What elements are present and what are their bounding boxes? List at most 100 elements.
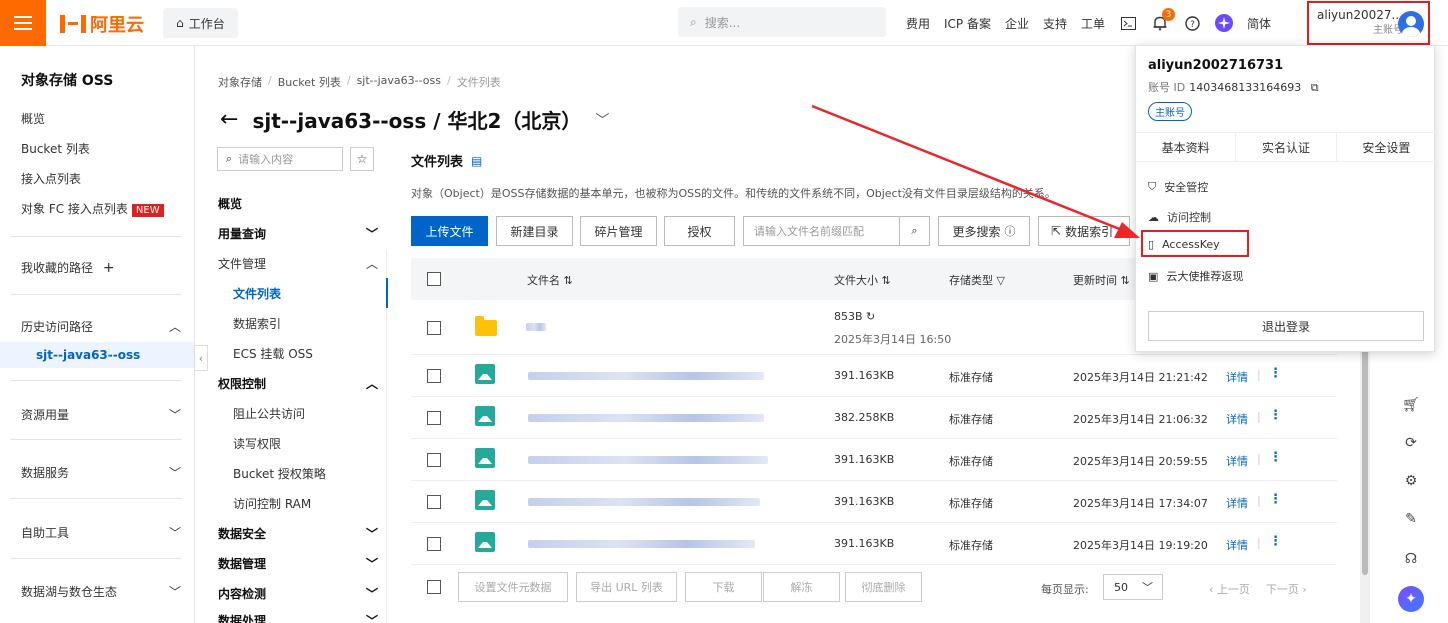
history-section[interactable]: 历史访问路径 ︿ — [21, 318, 181, 335]
doc-icon[interactable]: ▤ — [471, 154, 482, 168]
menu-item-referral[interactable]: ▣ 云大使推荐返现 — [1148, 268, 1243, 284]
sidebar-item-bucket-list[interactable]: Bucket 列表 — [21, 140, 90, 157]
nav-item-data-security[interactable]: 数据安全 ﹀ — [218, 525, 378, 542]
menu-item-accesskey[interactable]: ▯ AccessKey — [1148, 238, 1220, 251]
star-icon[interactable]: ☆ — [350, 147, 374, 171]
menu-item-security-control[interactable]: ⛉ 安全管控 — [1148, 179, 1208, 195]
detail-link[interactable]: 详情 — [1226, 537, 1248, 553]
authorize-button[interactable]: 授权 — [664, 216, 735, 246]
nav-item-access-control[interactable]: 权限控制 ︿ — [218, 375, 378, 392]
more-actions-icon[interactable]: ⋮ — [1269, 534, 1282, 549]
nav-item-usage[interactable]: 用量查询 ﹀ — [218, 225, 378, 242]
nav-item-data-processing[interactable]: 数据处理 ﹀ — [218, 612, 378, 623]
blurred-filename[interactable] — [528, 372, 764, 380]
breadcrumb-item[interactable]: 对象存储 — [218, 74, 262, 90]
select-all-checkbox[interactable] — [427, 272, 441, 286]
detail-link[interactable]: 详情 — [1226, 495, 1248, 511]
fragment-management-button[interactable]: 碎片管理 — [580, 216, 657, 246]
column-header-storage[interactable]: 存储类型 ▽ — [949, 272, 1005, 288]
table-row[interactable]: 391.163KB 标准存储 2025年3月14日 17:34:07 详情 | … — [411, 481, 1337, 523]
aliyun-logo[interactable]: 阿里云 — [60, 11, 144, 37]
detail-link[interactable]: 详情 — [1226, 369, 1248, 385]
workbench-button[interactable]: ⌂ 工作台 — [163, 8, 238, 38]
blurred-filename[interactable] — [528, 456, 768, 464]
nav-item-file-management[interactable]: 文件管理 ︿ — [218, 255, 378, 272]
search-icon[interactable]: ⌕ — [899, 217, 929, 245]
terminal-icon[interactable] — [1119, 14, 1137, 32]
user-menu-button[interactable]: aliyun20027... 主账号 — [1307, 1, 1430, 45]
sidebar-group-resource-usage[interactable]: 资源用量 ﹀ — [21, 406, 181, 423]
top-link-ticket[interactable]: 工单 — [1081, 15, 1105, 32]
next-page-button[interactable]: 下一页 › — [1266, 581, 1307, 597]
row-checkbox[interactable] — [427, 537, 441, 551]
table-row[interactable]: 391.163KB 标准存储 2025年3月14日 20:59:55 详情 | … — [411, 439, 1337, 481]
nav-item-rw-permission[interactable]: 读写权限 — [233, 435, 378, 452]
blurred-filename[interactable] — [528, 540, 755, 548]
row-checkbox[interactable] — [427, 453, 441, 467]
sidebar-group-self-service[interactable]: 自助工具 ﹀ — [21, 524, 181, 541]
set-metadata-button[interactable]: 设置文件元数据 — [458, 572, 568, 602]
region-dropdown-icon[interactable]: ﹀ — [595, 110, 609, 130]
breadcrumb-item[interactable]: sjt--java63--oss — [357, 74, 441, 90]
more-actions-icon[interactable]: ⋮ — [1269, 450, 1282, 465]
nav-item-data-index[interactable]: 数据索引 — [233, 315, 378, 332]
sidebar-item-access-points[interactable]: 接入点列表 — [21, 170, 81, 187]
file-search-input[interactable]: 请输入文件名前缀匹配 ⌕ — [743, 216, 930, 246]
footer-select-all-checkbox[interactable] — [427, 580, 441, 594]
table-row[interactable]: 391.163KB 标准存储 2025年3月14日 21:21:42 详情 | … — [411, 355, 1337, 397]
row-checkbox[interactable] — [427, 411, 441, 425]
support-icon[interactable]: ☊ — [1400, 548, 1422, 570]
more-actions-icon[interactable]: ⋮ — [1269, 408, 1282, 423]
detail-link[interactable]: 详情 — [1226, 411, 1248, 427]
language-toggle[interactable]: 简体 — [1247, 15, 1271, 32]
more-actions-icon[interactable]: ⋮ — [1269, 366, 1282, 381]
top-link-support[interactable]: 支持 — [1043, 15, 1067, 32]
menu-icon[interactable] — [0, 0, 46, 46]
row-checkbox[interactable] — [427, 369, 441, 383]
permanent-delete-button[interactable]: 彻底删除 — [845, 572, 922, 602]
per-page-select[interactable]: 50 ﹀ — [1103, 574, 1163, 600]
blurred-filename[interactable] — [528, 498, 760, 506]
nav-item-bucket-policy[interactable]: Bucket 授权策略 — [233, 465, 378, 482]
restore-button[interactable]: 解冻 — [763, 572, 840, 602]
assistant-icon[interactable]: ✦ — [1398, 586, 1424, 612]
top-link-fee[interactable]: 费用 — [906, 15, 930, 32]
sidebar-item-fc-access-points[interactable]: 对象 FC 接入点列表 NEW — [21, 200, 164, 217]
data-index-button[interactable]: ⇱ 数据索引 — [1038, 216, 1130, 246]
nav-item-data-management[interactable]: 数据管理 ﹀ — [218, 555, 378, 572]
edit-icon[interactable]: ✎ — [1400, 508, 1422, 530]
back-arrow-icon[interactable]: ← — [220, 107, 238, 132]
nav-item-block-public[interactable]: 阻止公共访问 — [233, 405, 378, 422]
billing-icon[interactable]: ⟳ — [1400, 432, 1422, 454]
tab-security-settings[interactable]: 安全设置 — [1337, 133, 1436, 161]
blurred-filename[interactable] — [528, 414, 764, 422]
tab-real-name[interactable]: 实名认证 — [1236, 133, 1337, 161]
nav-search-input[interactable]: ⌕ 请输入内容 — [217, 147, 343, 171]
nav-item-overview[interactable]: 概览 — [218, 195, 378, 212]
copy-icon[interactable]: ⧉ — [1311, 81, 1319, 94]
top-link-enterprise[interactable]: 企业 — [1005, 15, 1029, 32]
tab-basic-info[interactable]: 基本资料 — [1136, 133, 1237, 161]
favorites-section[interactable]: 我收藏的路径 + — [21, 259, 115, 276]
help-icon[interactable]: ? — [1183, 14, 1201, 32]
sidebar-collapse-button[interactable]: ‹ — [194, 345, 208, 371]
top-link-icp[interactable]: ICP 备案 — [944, 15, 991, 32]
sidebar-group-data-services[interactable]: 数据服务 ﹀ — [21, 464, 181, 481]
sparkle-icon[interactable] — [1215, 14, 1234, 32]
column-header-time[interactable]: 更新时间 ⇅ — [1073, 272, 1130, 288]
sidebar-item-overview[interactable]: 概览 — [21, 110, 45, 127]
cart-icon[interactable]: 🛒︎ — [1400, 394, 1422, 416]
column-header-size[interactable]: 文件大小 ⇅ — [834, 272, 891, 288]
row-checkbox[interactable] — [427, 321, 441, 335]
add-icon[interactable]: + — [103, 260, 115, 276]
table-row[interactable]: 391.163KB 标准存储 2025年3月14日 19:19:20 详情 | … — [411, 523, 1337, 565]
global-search-input[interactable]: ⌕ 搜索... — [678, 7, 886, 37]
nav-item-content-detection[interactable]: 内容检测 ﹀ — [218, 585, 378, 602]
download-button[interactable]: 下载 — [685, 572, 762, 602]
menu-item-access-control[interactable]: ☁ 访问控制 — [1148, 209, 1211, 225]
refresh-icon[interactable]: ↻ — [866, 310, 875, 323]
nav-item-ecs-mount[interactable]: ECS 挂载 OSS — [233, 345, 378, 362]
upload-file-button[interactable]: 上传文件 — [411, 216, 488, 246]
new-directory-button[interactable]: 新建目录 — [496, 216, 573, 246]
export-url-button[interactable]: 导出 URL 列表 — [576, 572, 677, 602]
